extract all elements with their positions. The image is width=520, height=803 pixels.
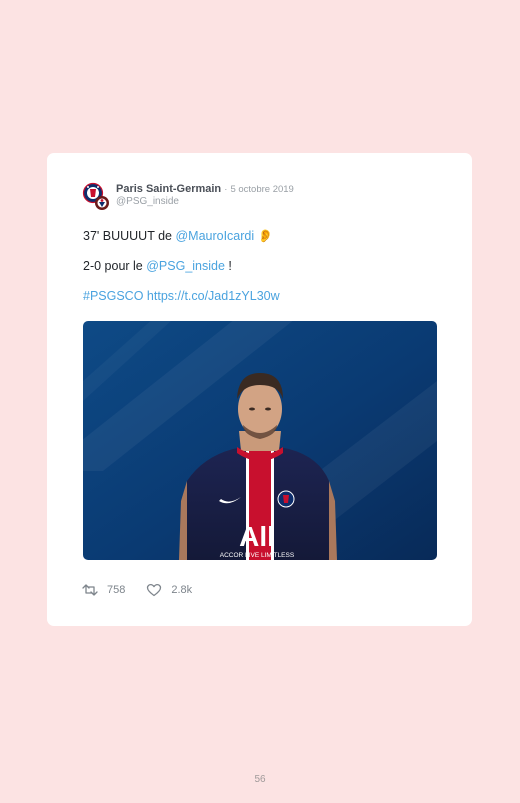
tweet-text-line-3: #PSGSCO https://t.co/Jad1zYL30w [83,288,280,304]
retweet-button[interactable]: 758 [82,583,125,597]
tweet-text-line-1: 37' BUUUUT de @MauroIcardi 👂 [83,228,273,244]
tweet-card: Paris Saint-Germain · 5 octobre 2019 @PS… [47,153,472,626]
like-count: 2.8k [171,584,193,596]
mention-link[interactable]: @MauroIcardi [175,229,254,243]
tweet-text-line-2: 2-0 pour le @PSG_inside ! [83,258,232,274]
hashtag-link[interactable]: #PSGSCO [83,289,143,303]
author-separator: · [224,184,228,195]
tweet-text: ! [224,259,232,273]
tweet-date[interactable]: 5 octobre 2019 [230,184,293,195]
tweet-text: 37' BUUUUT de [83,229,176,243]
ear-emoji-icon: 👂 [257,229,274,243]
mention-link[interactable]: @PSG_inside [146,259,225,273]
heart-icon [147,583,162,597]
page-number: 56 [254,774,266,785]
retweet-count: 758 [107,584,126,596]
psg-logo-icon [82,182,109,210]
author-name[interactable]: Paris Saint-Germain [116,183,221,195]
url-link[interactable]: https://t.co/Jad1zYL30w [147,289,280,303]
author-handle[interactable]: @PSG_inside [116,195,179,208]
retweet-icon [82,584,98,596]
jersey-text: ACCOR LIVE LIMITLESS [220,552,295,559]
svg-text:All: All [239,521,275,552]
tweet-text: 2-0 pour le [83,259,147,273]
player-photo: All ACCOR LIVE LIMITLESS [83,321,437,560]
tweet-media[interactable]: All ACCOR LIVE LIMITLESS [83,321,437,560]
author-avatar[interactable] [82,182,112,212]
tweet-actions: 758 2.8k [82,582,192,598]
like-button[interactable]: 2.8k [146,583,192,597]
